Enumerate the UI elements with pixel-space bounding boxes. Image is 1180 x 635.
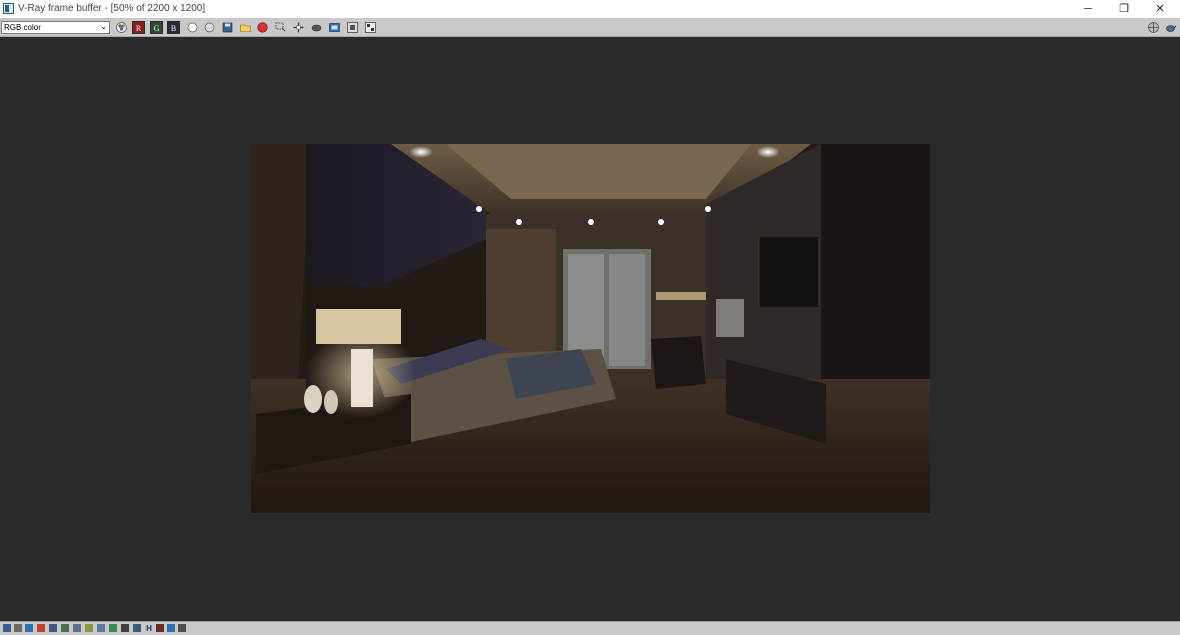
levels-icon[interactable] <box>73 624 81 632</box>
window-title: V-Ray frame buffer - [50% of 2200 x 1200… <box>18 3 206 14</box>
compare-button[interactable] <box>346 21 359 34</box>
bloom-glare-icon[interactable] <box>156 624 164 632</box>
stop-render-button[interactable] <box>256 21 269 34</box>
color-correction-icon <box>116 22 127 33</box>
stamp-icon[interactable] <box>178 624 186 632</box>
chevron-down-icon: ⌄ <box>100 22 107 31</box>
vray-app-icon <box>3 3 14 14</box>
hue-saturation-icon[interactable] <box>61 624 69 632</box>
teapot-icon <box>1166 25 1177 32</box>
color-correction-button[interactable] <box>115 21 128 34</box>
white-point-icon <box>187 22 198 33</box>
open-image-icon <box>240 24 251 32</box>
red-channel-button[interactable]: R <box>132 21 145 34</box>
settings-icon <box>1148 22 1159 33</box>
save-image-icon <box>222 22 233 33</box>
lens-effects-button[interactable] <box>328 21 341 34</box>
green-channel-button[interactable]: G <box>150 21 163 34</box>
render-teapot-button[interactable] <box>1164 21 1177 34</box>
lut-icon[interactable] <box>109 624 117 632</box>
history-button[interactable] <box>364 21 377 34</box>
channel-select-value: RGB color <box>4 23 41 32</box>
rendered-image <box>251 144 930 513</box>
image-viewport[interactable] <box>0 37 1180 621</box>
track-mouse-button[interactable] <box>310 21 323 34</box>
history-h-button[interactable]: H <box>145 624 153 633</box>
title-bar: V-Ray frame buffer - [50% of 2200 x 1200… <box>0 0 1180 18</box>
bedroom-render <box>251 144 930 513</box>
icc-icon[interactable] <box>133 624 141 632</box>
lens-effects-icon <box>329 23 340 32</box>
white-balance-icon[interactable] <box>49 624 57 632</box>
follow-mouse-button[interactable] <box>292 21 305 34</box>
view-white-point-button[interactable] <box>186 21 199 34</box>
display-icon[interactable] <box>25 624 33 632</box>
background-icon[interactable] <box>97 624 105 632</box>
layers-icon[interactable] <box>14 624 22 632</box>
exposure-icon[interactable] <box>37 624 45 632</box>
follow-mouse-icon <box>293 22 304 33</box>
toolbar: RGB color ⌄ R G B <box>0 18 1180 37</box>
channel-select[interactable]: RGB color ⌄ <box>1 21 110 34</box>
blue-channel-button[interactable]: B <box>167 21 180 34</box>
minimize-button[interactable]: ─ <box>1073 0 1103 18</box>
compare-icon <box>347 22 358 33</box>
restore-button[interactable]: ❐ <box>1109 0 1139 18</box>
black-point-icon <box>204 22 215 33</box>
history-icon <box>365 22 376 33</box>
stop-render-icon <box>257 22 268 33</box>
curves-icon[interactable] <box>85 624 93 632</box>
open-image-button[interactable] <box>239 21 252 34</box>
ocio-icon[interactable] <box>121 624 129 632</box>
toggle-sidebar-icon[interactable] <box>3 624 11 632</box>
save-image-button[interactable] <box>221 21 234 34</box>
status-bar: H <box>0 621 1180 635</box>
view-black-point-button[interactable] <box>203 21 216 34</box>
region-render-icon <box>275 22 286 32</box>
region-render-button[interactable] <box>274 21 287 34</box>
track-mouse-icon <box>311 24 322 32</box>
settings-button[interactable] <box>1147 21 1160 34</box>
close-button[interactable]: ✕ <box>1145 0 1175 18</box>
denoiser-icon[interactable] <box>167 624 175 632</box>
